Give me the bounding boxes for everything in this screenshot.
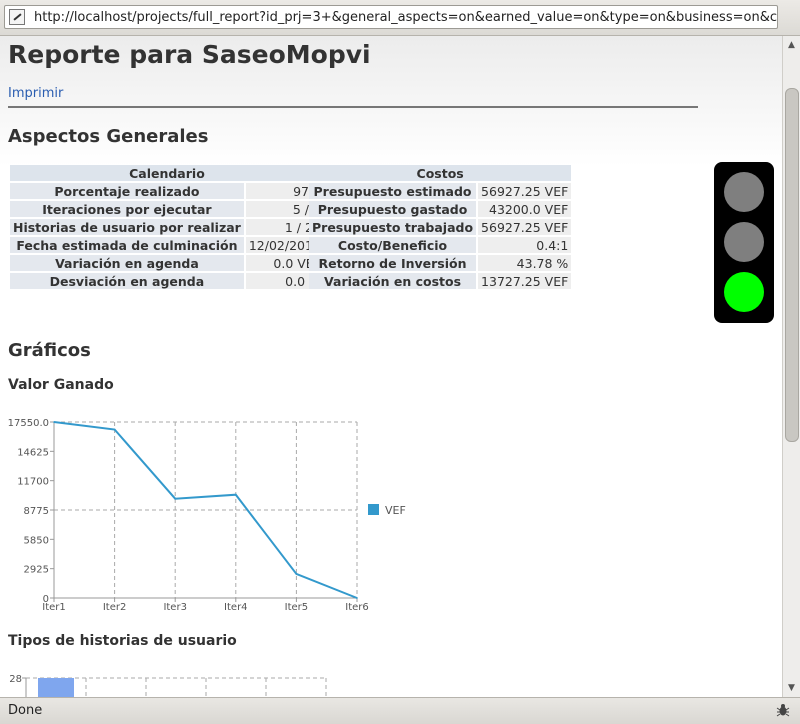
table-row: Porcentaje realizado 97% [10, 183, 324, 199]
status-text: Done [8, 703, 43, 718]
table-row: Costo/Beneficio 0.4:1 [309, 237, 572, 253]
status-bar: Done [0, 697, 800, 724]
row-value: 56927.25 VEF [478, 219, 572, 235]
data-point [174, 497, 176, 500]
row-label: Variación en costos [309, 273, 477, 289]
bar [38, 678, 74, 697]
row-label: Historias de usuario por realizar [10, 219, 244, 235]
print-link[interactable]: Imprimir [8, 86, 63, 101]
y-tick-label: 5850 [24, 535, 49, 546]
row-value: 13727.25 VEF [478, 273, 572, 289]
row-label: Presupuesto estimado [309, 183, 477, 199]
row-label: Retorno de Inversión [309, 255, 477, 271]
row-value: 56927.25 VEF [478, 183, 572, 199]
table-row: Presupuesto trabajado 56927.25 VEF [309, 219, 572, 235]
url-field[interactable]: http://localhost/projects/full_report?id… [4, 5, 778, 29]
y-tick-label: 17550.0 [8, 418, 49, 429]
scroll-up-icon[interactable]: ▲ [785, 38, 798, 52]
x-tick-label: Iter6 [345, 602, 369, 613]
row-value: 0.4:1 [478, 237, 572, 253]
y-tick-label: 28 [9, 674, 22, 685]
data-point [235, 493, 237, 496]
row-label: Presupuesto gastado [309, 201, 477, 217]
traffic-light-green [724, 272, 764, 312]
calendar-table: Calendario Porcentaje realizado 97% Itera… [8, 163, 326, 291]
row-label: Desviación en agenda [10, 273, 244, 289]
section-charts-heading: Gráficos [8, 340, 91, 361]
story-types-title: Tipos de historias de usuario [8, 633, 237, 649]
divider [8, 106, 698, 108]
traffic-light-red [724, 172, 764, 212]
table-row: Historias de usuario por realizar 1 / 28 [10, 219, 324, 235]
table-row: Retorno de Inversión 43.78 % [309, 255, 572, 271]
scroll-down-icon[interactable]: ▼ [785, 681, 798, 695]
y-tick-label: 2925 [24, 565, 49, 576]
table-row: Iteraciones por ejecutar 5 / 6 [10, 201, 324, 217]
traffic-light [714, 162, 774, 323]
x-tick-label: Iter5 [285, 602, 309, 613]
x-tick-label: Iter2 [103, 602, 127, 613]
data-point [113, 428, 116, 431]
table-row: Presupuesto gastado 43200.0 VEF [309, 201, 572, 217]
table-row: Presupuesto estimado 56927.25 VEF [309, 183, 572, 199]
row-label: Costo/Beneficio [309, 237, 477, 253]
story-types-chart: 28 [9, 674, 327, 697]
vertical-scrollbar[interactable]: ▲ ▼ [782, 36, 800, 697]
url-text: http://localhost/projects/full_report?id… [34, 10, 778, 25]
table-row: Variación en costos 13727.25 VEF [309, 273, 572, 289]
data-point [53, 421, 55, 423]
page-title: Reporte para SaseoMopvi [8, 40, 371, 69]
table-row: Desviación en agenda 0.0 % [10, 273, 324, 289]
row-label: Fecha estimada de culminación [10, 237, 244, 253]
traffic-light-yellow [724, 222, 764, 262]
earned-value-chart: 0292558508775117001462517550.0Iter1 Iter2… [8, 418, 406, 613]
costs-header: Costos [309, 165, 572, 181]
row-label: Iteraciones por ejecutar [10, 201, 244, 217]
x-tick-label: Iter4 [224, 602, 248, 613]
legend-label-vef: VEF [385, 504, 406, 517]
legend-swatch-vef [368, 504, 379, 515]
row-value: 43.78 % [478, 255, 572, 271]
table-row: Fecha estimada de culminación 12/02/2011 [10, 237, 324, 253]
report-page: Reporte para SaseoMopvi Imprimir Aspecto… [0, 36, 782, 697]
bug-icon[interactable] [776, 703, 790, 717]
address-bar: http://localhost/projects/full_report?id… [0, 0, 800, 36]
row-value: 43200.0 VEF [478, 201, 572, 217]
data-point [295, 573, 298, 575]
x-tick-label: Iter3 [163, 602, 187, 613]
y-tick-label: 14625 [17, 447, 49, 458]
row-label: Porcentaje realizado [10, 183, 244, 199]
calendar-header: Calendario [10, 165, 324, 181]
row-label: Presupuesto trabajado [309, 219, 477, 235]
y-tick-label: 8775 [24, 506, 49, 517]
costs-table: Costos Presupuesto estimado 56927.25 VEF … [307, 163, 573, 291]
row-label: Variación en agenda [10, 255, 244, 271]
data-point [356, 597, 358, 599]
x-tick-label: Iter1 [42, 602, 66, 613]
scrollbar-thumb[interactable] [785, 88, 799, 442]
section-general-heading: Aspectos Generales [8, 126, 209, 147]
earned-value-title: Valor Ganado [8, 377, 114, 393]
y-tick-label: 11700 [17, 477, 49, 488]
table-row: Variación en agenda 0.0 VEF [10, 255, 324, 271]
page-icon [9, 9, 25, 25]
